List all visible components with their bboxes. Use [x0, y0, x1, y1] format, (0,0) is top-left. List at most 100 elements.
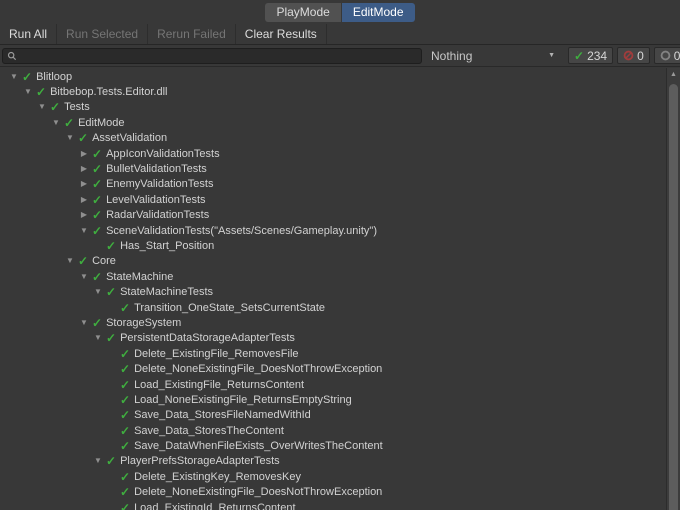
- test-name-label: EditMode: [78, 117, 124, 129]
- tree-row[interactable]: ✓Delete_ExistingKey_RemovesKey: [0, 469, 680, 484]
- test-name-label: SceneValidationTests("Assets/Scenes/Game…: [106, 225, 377, 237]
- tab-playmode[interactable]: PlayMode: [265, 3, 340, 22]
- tree-row[interactable]: ▼✓Blitloop: [0, 69, 680, 84]
- test-passed-icon: ✓: [92, 148, 102, 160]
- test-passed-icon: ✓: [106, 240, 116, 252]
- foldout-collapsed-icon[interactable]: ▶: [76, 211, 92, 219]
- scrollbar-up-arrow-icon[interactable]: ▲: [667, 70, 680, 80]
- foldout-collapsed-icon[interactable]: ▶: [76, 150, 92, 158]
- tree-row[interactable]: ▼✓PersistentDataStorageAdapterTests: [0, 331, 680, 346]
- tree-row[interactable]: ▶✓BulletValidationTests: [0, 161, 680, 176]
- test-name-label: Load_ExistingId_ReturnsContent: [134, 502, 295, 510]
- test-passed-icon: ✓: [92, 163, 102, 175]
- test-passed-icon: ✓: [50, 101, 60, 113]
- tree-row[interactable]: ▶✓LevelValidationTests: [0, 192, 680, 207]
- foldout-expanded-icon[interactable]: ▼: [76, 319, 92, 327]
- run-all-button[interactable]: Run All: [0, 24, 57, 44]
- tree-row[interactable]: ▼✓StateMachineTests: [0, 284, 680, 299]
- tree-row[interactable]: ✓Load_ExistingFile_ReturnsContent: [0, 377, 680, 392]
- tree-row[interactable]: ✓Load_NoneExistingFile_ReturnsEmptyStrin…: [0, 392, 680, 407]
- foldout-expanded-icon[interactable]: ▼: [34, 103, 50, 111]
- test-name-label: RadarValidationTests: [106, 209, 209, 221]
- foldout-expanded-icon[interactable]: ▼: [6, 73, 22, 81]
- foldout-expanded-icon[interactable]: ▼: [90, 457, 106, 465]
- tree-row[interactable]: ▼✓Bitbebop.Tests.Editor.dll: [0, 84, 680, 99]
- test-name-label: PersistentDataStorageAdapterTests: [120, 332, 295, 344]
- foldout-collapsed-icon[interactable]: ▶: [76, 165, 92, 173]
- search-box[interactable]: [2, 48, 422, 64]
- foldout-expanded-icon[interactable]: ▼: [62, 257, 78, 265]
- test-name-label: Save_Data_StoresFileNamedWithId: [134, 409, 311, 421]
- test-name-label: Bitbebop.Tests.Editor.dll: [50, 86, 167, 98]
- skipped-filter-button[interactable]: 0: [654, 47, 680, 64]
- tree-row[interactable]: ✓Save_Data_StoresTheContent: [0, 423, 680, 438]
- test-name-label: AppIconValidationTests: [106, 148, 220, 160]
- category-filter-dropdown[interactable]: Nothing ▼: [422, 45, 564, 66]
- foldout-expanded-icon[interactable]: ▼: [62, 134, 78, 142]
- dropdown-selected-value: Nothing: [431, 49, 472, 63]
- tab-editmode[interactable]: EditMode: [342, 3, 415, 22]
- test-passed-icon: ✓: [92, 194, 102, 206]
- passed-filter-button[interactable]: ✓ 234: [568, 47, 613, 64]
- tree-row[interactable]: ✓Delete_ExistingFile_RemovesFile: [0, 346, 680, 361]
- test-name-label: Transition_OneState_SetsCurrentState: [134, 302, 325, 314]
- tree-row[interactable]: ▼✓Tests: [0, 100, 680, 115]
- test-passed-icon: ✓: [120, 363, 130, 375]
- test-passed-icon: ✓: [120, 409, 130, 421]
- scrollbar-thumb[interactable]: [669, 84, 678, 510]
- foldout-expanded-icon[interactable]: ▼: [76, 273, 92, 281]
- test-name-label: Blitloop: [36, 71, 72, 83]
- test-name-label: Core: [92, 255, 116, 267]
- tree-row[interactable]: ▶✓ EnemyValidationTests: [0, 177, 680, 192]
- foldout-expanded-icon[interactable]: ▼: [90, 334, 106, 342]
- foldout-expanded-icon[interactable]: ▼: [20, 88, 36, 96]
- tree-row[interactable]: ✓ Delete_NoneExistingFile_DoesNotThrowExc…: [0, 361, 680, 376]
- toolbar: Run All Run Selected Rerun Failed Clear …: [0, 24, 680, 45]
- tree-row[interactable]: ✓Save_DataWhenFileExists_OverWritesTheCo…: [0, 438, 680, 453]
- foldout-collapsed-icon[interactable]: ▶: [76, 180, 92, 188]
- test-name-label: StorageSystem: [106, 317, 181, 329]
- passed-count: 234: [587, 49, 607, 63]
- search-input[interactable]: [20, 49, 417, 63]
- tree-row[interactable]: ✓Delete_NoneExistingFile_DoesNotThrowExc…: [0, 485, 680, 500]
- tree-row[interactable]: ▼✓AssetValidation: [0, 131, 680, 146]
- foldout-expanded-icon[interactable]: ▼: [90, 288, 106, 296]
- tree-row[interactable]: ▼✓ SceneValidationTests("Assets/Scenes/Ga…: [0, 223, 680, 238]
- test-passed-icon: ✓: [120, 394, 130, 406]
- run-selected-button[interactable]: Run Selected: [57, 24, 148, 44]
- test-name-label: EnemyValidationTests: [106, 178, 213, 190]
- test-name-label: Delete_NoneExistingFile_DoesNotThrowExce…: [134, 363, 382, 375]
- tree-row[interactable]: ✓Load_ExistingId_ReturnsContent: [0, 500, 680, 510]
- test-passed-icon: ✓: [92, 317, 102, 329]
- tree-row[interactable]: ▶✓ AppIconValidationTests: [0, 146, 680, 161]
- test-passed-icon: ✓: [92, 178, 102, 190]
- test-passed-icon: ✓: [120, 486, 130, 498]
- test-passed-icon: ✓: [120, 302, 130, 314]
- rerun-failed-button[interactable]: Rerun Failed: [148, 24, 236, 44]
- foldout-expanded-icon[interactable]: ▼: [48, 119, 64, 127]
- vertical-scrollbar[interactable]: ▲: [666, 68, 680, 510]
- tree-row[interactable]: ▼✓PlayerPrefsStorageAdapterTests: [0, 454, 680, 469]
- test-name-label: Load_ExistingFile_ReturnsContent: [134, 379, 304, 391]
- tree-row[interactable]: ▼✓EditMode: [0, 115, 680, 130]
- clear-results-button[interactable]: Clear Results: [236, 24, 327, 44]
- foldout-expanded-icon[interactable]: ▼: [76, 227, 92, 235]
- test-passed-icon: ✓: [92, 271, 102, 283]
- test-passed-icon: ✓: [120, 348, 130, 360]
- test-passed-icon: ✓: [92, 225, 102, 237]
- test-passed-icon: ✓: [120, 440, 130, 452]
- test-tree: ▼✓Blitloop▼✓Bitbebop.Tests.Editor.dll▼✓T…: [0, 67, 680, 510]
- foldout-collapsed-icon[interactable]: ▶: [76, 196, 92, 204]
- tree-row[interactable]: ✓Has_Start_Position: [0, 238, 680, 253]
- tree-row[interactable]: ▼✓Core: [0, 254, 680, 269]
- tree-row[interactable]: ▼✓StateMachine: [0, 269, 680, 284]
- tree-row[interactable]: ✓ Transition_OneState_SetsCurrentState: [0, 300, 680, 315]
- mode-tab-bar: PlayMode EditMode: [0, 0, 680, 24]
- tree-row[interactable]: ✓ Save_Data_StoresFileNamedWithId: [0, 408, 680, 423]
- tree-row[interactable]: ▼✓ StorageSystem: [0, 315, 680, 330]
- failed-filter-button[interactable]: 0: [617, 47, 650, 64]
- skipped-circle-icon: [660, 50, 671, 61]
- unity-test-runner-window: { "tabs": [ { "label": "PlayMode", "sele…: [0, 0, 680, 510]
- result-counters: ✓ 234 0 0: [568, 47, 680, 64]
- tree-row[interactable]: ▶✓RadarValidationTests: [0, 208, 680, 223]
